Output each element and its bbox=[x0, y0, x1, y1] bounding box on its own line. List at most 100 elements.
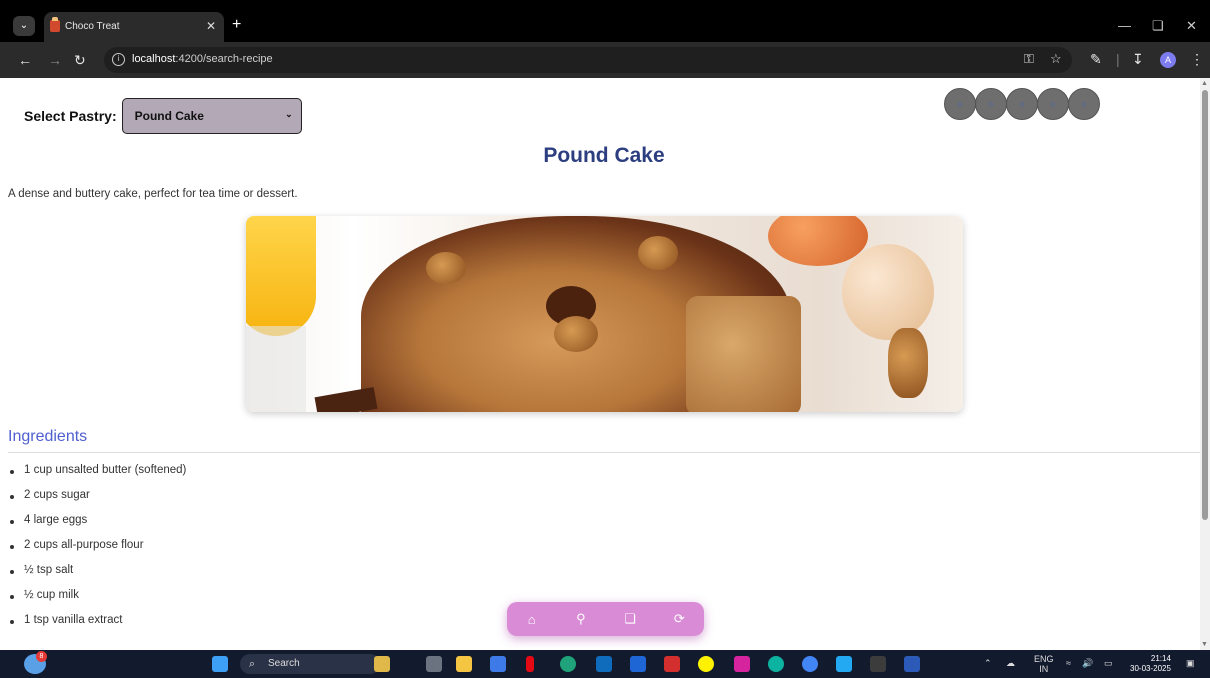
volume-icon[interactable]: 🔊 bbox=[1082, 658, 1093, 669]
browser-toolbar: ← → ↻ i localhost:4200/search-recipe ⚿ ☆… bbox=[0, 42, 1210, 78]
tab-bar: ⌄ Choco Treat ✕ + — ❏ ✕ bbox=[0, 10, 1210, 42]
recipe-image bbox=[246, 216, 963, 412]
list-item: 2 cups sugar bbox=[8, 489, 186, 514]
browser-tab[interactable]: Choco Treat ✕ bbox=[44, 12, 224, 42]
window-frame bbox=[0, 0, 1210, 10]
opera-icon[interactable] bbox=[768, 656, 784, 672]
cake-favicon-icon bbox=[50, 17, 60, 32]
list-item: 4 large eggs bbox=[8, 514, 186, 539]
widgets-icon[interactable] bbox=[374, 656, 390, 672]
page-content: Select Pastry: Pound Cake ⌄ ○ ○ ○ ○ ○ Po… bbox=[0, 78, 1200, 650]
selected-pastry-value: Pound Cake bbox=[134, 109, 204, 123]
toolbar-divider: | bbox=[1116, 51, 1120, 67]
cart-icon[interactable]: ❏ bbox=[618, 611, 642, 627]
close-window-icon[interactable]: ✕ bbox=[1186, 18, 1197, 34]
walnut-shape bbox=[426, 252, 466, 284]
home-icon[interactable]: ⌂ bbox=[520, 612, 544, 627]
instagram-icon[interactable] bbox=[734, 656, 750, 672]
language-indicator[interactable]: ENG IN bbox=[1034, 654, 1054, 674]
chrome-icon[interactable] bbox=[802, 656, 818, 672]
edge-icon[interactable] bbox=[560, 656, 576, 672]
tab-title: Choco Treat bbox=[65, 21, 120, 32]
netflix-icon[interactable] bbox=[526, 656, 534, 672]
floating-circle-buttons: ○ ○ ○ ○ ○ bbox=[944, 88, 1100, 120]
list-item: 2 cups all-purpose flour bbox=[8, 539, 186, 564]
mcafee-icon[interactable] bbox=[664, 656, 680, 672]
glass-shape bbox=[246, 326, 306, 412]
clock-time: 21:14 bbox=[1150, 654, 1171, 663]
weather-icon[interactable]: 8 bbox=[24, 651, 47, 674]
file-explorer-icon[interactable] bbox=[456, 656, 472, 672]
wifi-icon[interactable]: ≈ bbox=[1066, 658, 1071, 668]
walnut-shape bbox=[638, 236, 678, 270]
windows-taskbar: 8 Search ⌃ ☁ ENGIN ≈ 🔊 ▭ 21:14 30-03-202… bbox=[0, 650, 1210, 678]
chocolate-shape bbox=[314, 386, 378, 412]
list-item: 1 tsp vanilla extract bbox=[8, 614, 186, 639]
bookmark-star-icon[interactable]: ☆ bbox=[1050, 51, 1062, 67]
windows-start-icon[interactable] bbox=[212, 656, 228, 672]
egg-shape bbox=[768, 216, 868, 266]
new-tab-button[interactable]: + bbox=[232, 16, 241, 34]
circle-button-5[interactable]: ○ bbox=[1068, 88, 1100, 120]
minimize-icon[interactable]: — bbox=[1118, 18, 1131, 33]
menu-icon[interactable]: ⋮ bbox=[1190, 51, 1204, 68]
orange-juice-shape bbox=[246, 216, 316, 336]
page-scrollbar[interactable]: ▲ ▼ bbox=[1200, 78, 1210, 650]
snapchat-icon[interactable] bbox=[698, 656, 714, 672]
egg-shape bbox=[842, 244, 934, 340]
circle-button-1[interactable]: ○ bbox=[944, 88, 976, 120]
restore-icon[interactable]: ❏ bbox=[1152, 18, 1164, 34]
list-item: ½ tsp salt bbox=[8, 564, 186, 589]
scroll-up-icon[interactable]: ▲ bbox=[1201, 80, 1208, 87]
scroll-down-icon[interactable]: ▼ bbox=[1201, 641, 1208, 648]
weather-badge: 8 bbox=[36, 651, 47, 662]
cake-slice-shape bbox=[686, 296, 801, 412]
circle-button-3[interactable]: ○ bbox=[1006, 88, 1038, 120]
word-icon[interactable] bbox=[904, 656, 920, 672]
notification-icon[interactable]: ▣ bbox=[1186, 658, 1195, 669]
tab-search-button[interactable]: ⌄ bbox=[13, 16, 35, 36]
profile-avatar[interactable]: A bbox=[1160, 52, 1176, 68]
list-item: ½ cup milk bbox=[8, 589, 186, 614]
outlook-icon[interactable] bbox=[596, 656, 612, 672]
download-icon[interactable]: ↧ bbox=[1132, 51, 1144, 68]
logout-icon[interactable]: ⟳ bbox=[667, 611, 691, 627]
list-item: 1 cup unsalted butter (softened) bbox=[8, 464, 186, 489]
copilot-icon[interactable] bbox=[490, 656, 506, 672]
pastry-select[interactable]: Pound Cake ⌄ bbox=[121, 98, 302, 134]
taskbar-search[interactable]: Search bbox=[240, 654, 380, 674]
scrollbar-thumb[interactable] bbox=[1202, 90, 1208, 520]
reload-icon[interactable]: ↻ bbox=[74, 52, 86, 69]
key-icon[interactable]: ⚿ bbox=[1024, 51, 1034, 67]
hazelnut-shape bbox=[888, 328, 928, 398]
walnut-shape bbox=[554, 316, 598, 352]
pastry-select-row: Select Pastry: Pound Cake ⌄ bbox=[24, 98, 302, 134]
chevron-down-icon: ⌄ bbox=[285, 109, 293, 119]
chevron-up-icon[interactable]: ⌃ bbox=[984, 658, 992, 669]
circle-button-4[interactable]: ○ bbox=[1037, 88, 1069, 120]
vscode-icon[interactable] bbox=[836, 656, 852, 672]
bottom-nav-bar: ⌂ ⚲ ❏ ⟳ bbox=[507, 602, 704, 636]
ingredients-list: 1 cup unsalted butter (softened) 2 cups … bbox=[8, 464, 186, 639]
clock[interactable]: 21:14 30-03-2025 bbox=[1130, 654, 1171, 674]
terminal-icon[interactable] bbox=[870, 656, 886, 672]
site-info-icon[interactable]: i bbox=[112, 53, 125, 66]
task-view-icon[interactable] bbox=[426, 656, 442, 672]
recipe-title: Pound Cake bbox=[543, 144, 665, 167]
select-pastry-label: Select Pastry: bbox=[24, 108, 117, 124]
extensions-icon[interactable]: ✎ bbox=[1090, 51, 1102, 68]
back-icon[interactable]: ← bbox=[18, 52, 32, 68]
search-icon[interactable]: ⚲ bbox=[569, 611, 593, 627]
linkedin-icon[interactable] bbox=[630, 656, 646, 672]
address-bar[interactable]: i localhost:4200/search-recipe ⚿ ☆ bbox=[104, 47, 1072, 73]
ingredients-heading: Ingredients bbox=[8, 428, 88, 445]
clock-date: 30-03-2025 bbox=[1130, 664, 1171, 673]
tray-app-icon[interactable]: ☁ bbox=[1006, 658, 1015, 669]
battery-icon[interactable]: ▭ bbox=[1104, 658, 1113, 669]
circle-button-2[interactable]: ○ bbox=[975, 88, 1007, 120]
tab-close-icon[interactable]: ✕ bbox=[206, 19, 216, 33]
divider bbox=[8, 452, 1200, 453]
forward-icon[interactable]: → bbox=[48, 52, 62, 68]
url-text[interactable]: localhost:4200/search-recipe bbox=[132, 53, 273, 65]
recipe-description: A dense and buttery cake, perfect for te… bbox=[8, 188, 298, 200]
